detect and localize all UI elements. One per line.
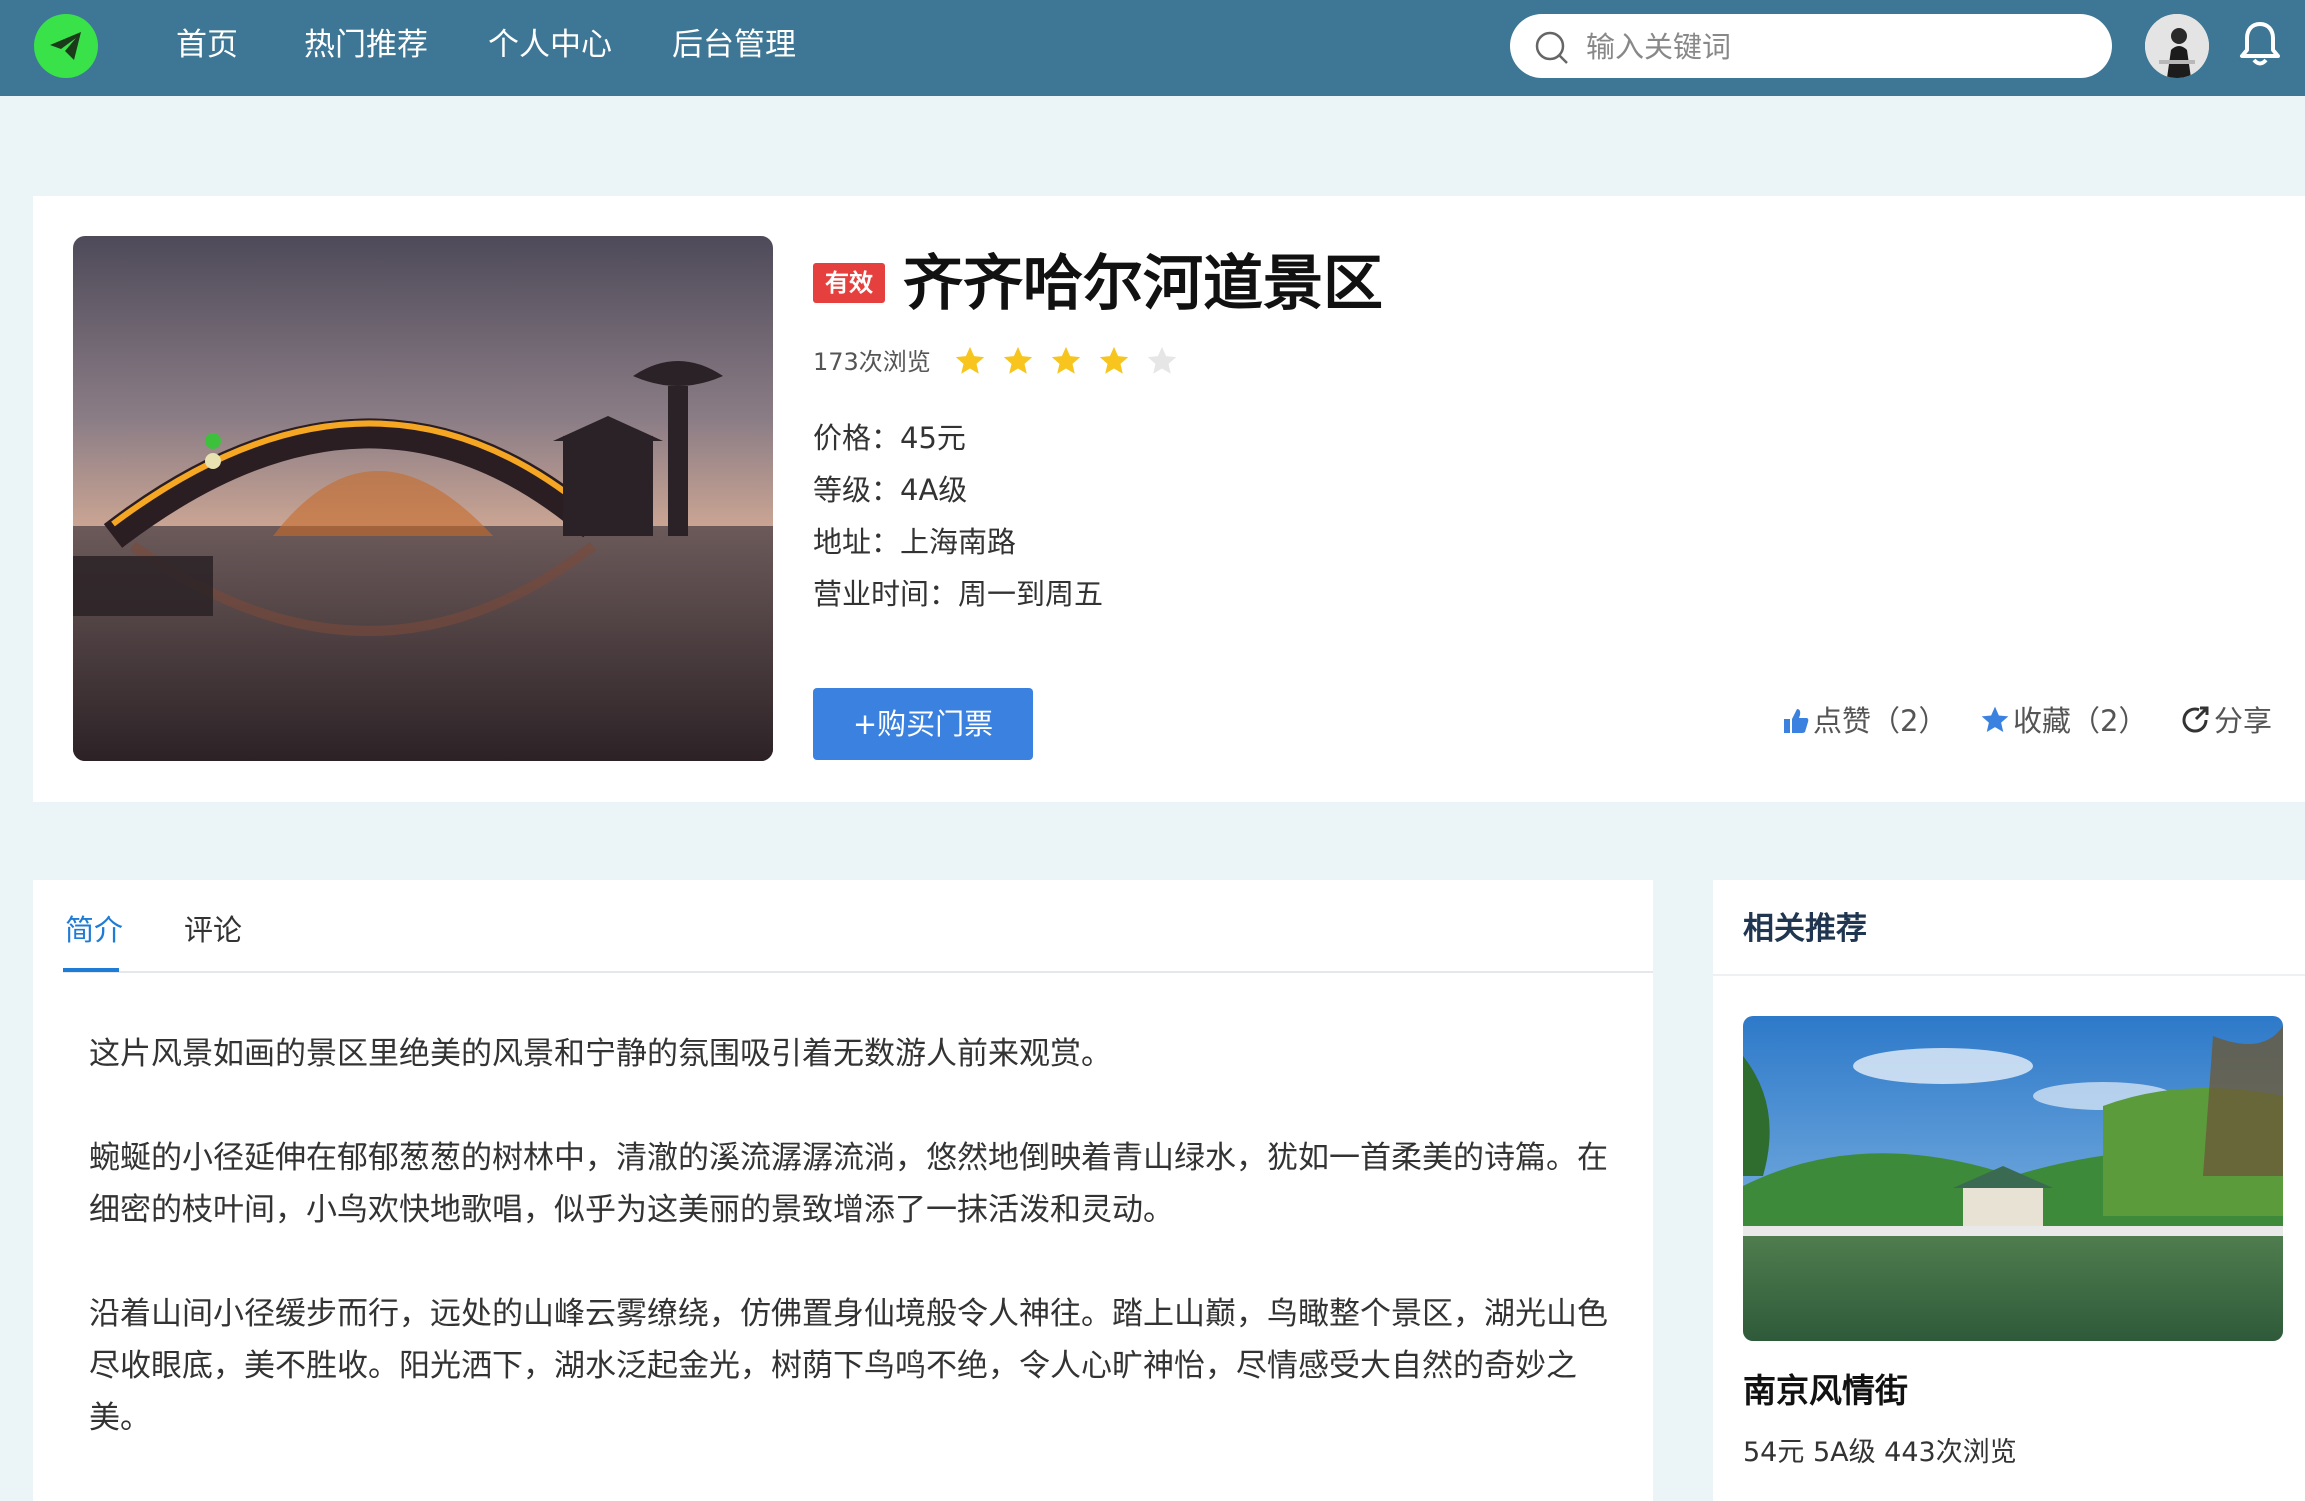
divider [1713, 974, 2305, 976]
recommend-title: 相关推荐 [1743, 911, 1867, 947]
like-label: 点赞（2） [1813, 704, 1948, 738]
intro-paragraph: 沿着山间小径缓步而行，远处的山峰云雾缭绕，仿佛置身仙境般令人神往。踏上山巅，鸟瞰… [89, 1296, 1608, 1436]
favorite-label: 收藏（2） [2013, 704, 2148, 738]
intro-card: 简介 评论 这片风景如画的景区里绝美的风景和宁静的氛围吸引着无数游人前来观赏。 … [33, 880, 1653, 1501]
star-filled-icon[interactable] [1097, 344, 1131, 378]
star-rating[interactable] [953, 344, 1193, 382]
recommend-card: 相关推荐 南京风情街 54元 5A级 443次浏览 [1713, 880, 2305, 1501]
thumbs-up-icon [1784, 709, 1809, 733]
star-filled-icon[interactable] [953, 344, 987, 378]
search-icon [1535, 31, 1568, 64]
scenic-cover-image [73, 236, 773, 761]
search-input[interactable] [1584, 25, 2088, 69]
share-button[interactable]: 分享 [2180, 701, 2272, 741]
paper-plane-icon [50, 32, 81, 60]
star-empty-icon[interactable] [1145, 344, 1179, 378]
buy-ticket-button[interactable]: +购买门票 [813, 688, 1033, 760]
top-navbar: 首页 热门推荐 个人中心 后台管理 [0, 0, 2305, 96]
recommend-item-name[interactable]: 南京风情街 [1743, 1368, 1908, 1414]
recommend-image[interactable] [1743, 1016, 2283, 1341]
star-filled-icon[interactable] [1001, 344, 1035, 378]
star-filled-icon[interactable] [1049, 344, 1083, 378]
intro-paragraph: 这片风景如画的景区里绝美的风景和宁静的氛围吸引着无数游人前来观赏。 [89, 1036, 1112, 1072]
tab-divider [63, 971, 1653, 973]
scenic-detail-card: 有效 齐齐哈尔河道景区 173次浏览 价格：45元 等级：4A级 地址：上海南路… [33, 196, 2305, 802]
status-badge: 有效 [813, 263, 885, 303]
tab-active-indicator [63, 968, 119, 972]
level-text: 等级：4A级 [813, 473, 968, 507]
tab-comments[interactable]: 评论 [184, 910, 242, 950]
tab-intro[interactable]: 简介 [65, 910, 123, 950]
view-count: 173次浏览 [813, 348, 931, 376]
price-text: 价格：45元 [813, 421, 966, 455]
recommend-item-meta: 54元 5A级 443次浏览 [1743, 1437, 2017, 1468]
nav-home[interactable]: 首页 [176, 24, 238, 66]
share-icon [2182, 706, 2209, 733]
avatar[interactable] [2145, 14, 2209, 78]
star-icon [1981, 706, 2009, 732]
nav-hot[interactable]: 热门推荐 [304, 24, 428, 66]
share-label: 分享 [2214, 704, 2273, 738]
bell-icon[interactable] [2238, 20, 2282, 68]
logo[interactable] [34, 14, 98, 78]
nav-admin[interactable]: 后台管理 [672, 24, 796, 66]
favorite-button[interactable]: 收藏（2） [1979, 701, 2147, 741]
intro-paragraph: 蜿蜒的小径延伸在郁郁葱葱的树林中，清澈的溪流潺潺流淌，悠然地倒映着青山绿水，犹如… [89, 1140, 1608, 1228]
hours-text: 营业时间：周一到周五 [813, 577, 1104, 611]
like-button[interactable]: 点赞（2） [1781, 701, 1947, 741]
address-text: 地址：上海南路 [813, 525, 1017, 559]
search-box [1510, 14, 2112, 78]
nav-profile[interactable]: 个人中心 [488, 24, 612, 66]
scenic-title: 齐齐哈尔河道景区 [903, 249, 1383, 319]
